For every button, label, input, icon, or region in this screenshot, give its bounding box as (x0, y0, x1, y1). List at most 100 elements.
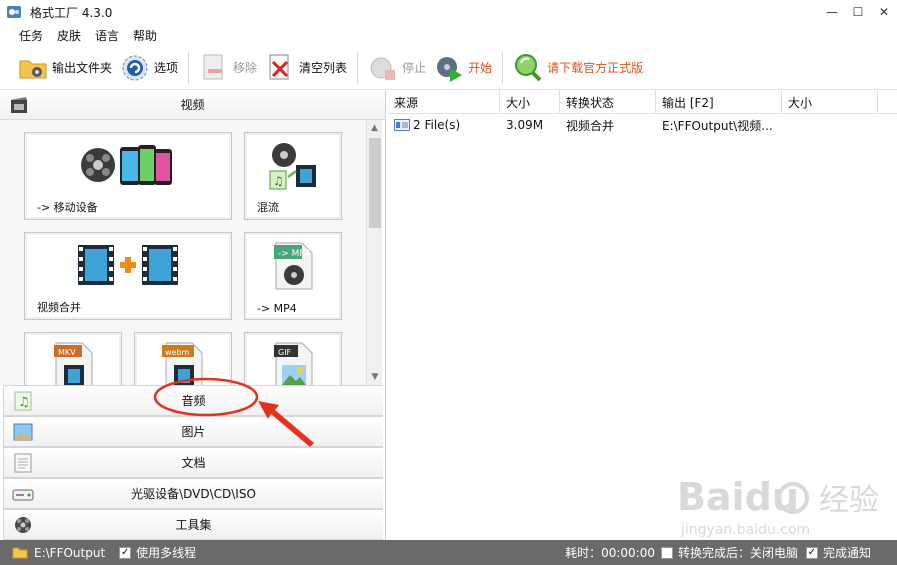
tile-mux[interactable]: ♫ 混流 (244, 132, 342, 220)
minimize-button[interactable]: — (819, 0, 845, 24)
folder-icon (18, 53, 48, 83)
toolbar-divider (502, 51, 504, 84)
audio-category-header[interactable]: ♫ 音频 (3, 385, 383, 416)
tile-webm[interactable]: webm (134, 332, 232, 385)
after-complete-checkbox[interactable] (660, 546, 673, 559)
baidu-jingyan-watermark: Baidu 经验 jingyan.baidu.com (677, 475, 879, 538)
gif-tag: GIF (278, 348, 292, 357)
tile-video-merge[interactable]: 视频合并 (24, 232, 232, 320)
stop-label: 停止 (402, 61, 427, 75)
document-category-header[interactable]: 文档 (3, 447, 383, 478)
clear-list-button[interactable]: 清空列表 (261, 48, 351, 88)
image-category-header[interactable]: 图片 (3, 416, 383, 447)
picture-icon (12, 421, 34, 443)
remove-icon (199, 53, 229, 83)
clear-list-label: 清空列表 (299, 61, 348, 75)
start-icon (434, 53, 464, 83)
optical-drive-icon (12, 483, 34, 505)
task-list-header: 来源 大小 转换状态 输出 [F2] 大小 (388, 90, 897, 114)
status-bar: E:\FFOutput ✓ 使用多线程 耗时：00:00:00 转换完成后：关闭… (0, 540, 897, 565)
tiles-scrollbar[interactable]: ▲ ▼ (366, 120, 382, 385)
gif-file-icon: GIF (245, 341, 341, 385)
menu-skin[interactable]: 皮肤 (50, 27, 88, 44)
scroll-up-icon[interactable]: ▲ (367, 120, 382, 136)
video-tiles-area: -> 移动设备 ♫ 混流 视频合并 -> MP4 -> MP4 MKV webm… (0, 120, 368, 385)
tools-reel-icon (12, 514, 34, 536)
menu-language[interactable]: 语言 (88, 27, 126, 44)
document-icon (12, 452, 34, 474)
output-folder-small-icon[interactable] (12, 546, 28, 559)
mp4-tag: -> MP4 (278, 249, 311, 259)
tile-mp4-label: -> MP4 (257, 302, 297, 315)
close-button[interactable]: ✕ (871, 0, 897, 24)
tools-category-label: 工具集 (175, 518, 212, 532)
magnifier-icon (513, 53, 543, 83)
scroll-thumb[interactable] (369, 138, 381, 228)
mux-icon: ♫ (245, 141, 341, 193)
start-button[interactable]: 开始 (430, 48, 496, 88)
title-bar: 格式工厂 4.3.0 — ☐ ✕ (0, 0, 897, 24)
tile-gif[interactable]: GIF (244, 332, 342, 385)
video-category-header[interactable]: 视频 (0, 90, 385, 120)
output-cell: E:\FFOutput\视频... (662, 118, 773, 133)
col-status[interactable]: 转换状态 (560, 90, 656, 114)
options-label: 选项 (154, 61, 179, 75)
output-path-text[interactable]: E:\FFOutput (34, 546, 105, 560)
menu-task[interactable]: 任务 (12, 27, 50, 44)
tile-mp4[interactable]: -> MP4 -> MP4 (244, 232, 342, 320)
download-official-button[interactable]: 请下载官方正式版 (509, 48, 647, 88)
elapsed-text: 耗时：00:00:00 (565, 546, 655, 560)
disc-category-label: 光驱设备\DVD\CD\ISO (131, 487, 256, 501)
mobile-devices-icon (25, 141, 231, 191)
multithread-label: 使用多线程 (136, 546, 197, 560)
scroll-down-icon[interactable]: ▼ (367, 369, 383, 385)
col-output-size[interactable]: 大小 (782, 90, 878, 114)
after-complete-label: 转换完成后：关闭电脑 (677, 546, 798, 560)
options-gear-icon (120, 53, 150, 83)
col-output[interactable]: 输出 [F2] (656, 90, 782, 114)
film-clapper-icon (8, 94, 30, 116)
svg-text:♫: ♫ (18, 395, 30, 410)
toolbar-divider (357, 51, 359, 84)
output-folder-label: 输出文件夹 (52, 61, 113, 75)
tile-mkv[interactable]: MKV (24, 332, 122, 385)
remove-button[interactable]: 移除 (195, 48, 261, 88)
svg-text:♫: ♫ (273, 174, 284, 188)
webm-file-icon: webm (135, 341, 231, 385)
tile-video-merge-label: 视频合并 (37, 301, 81, 314)
download-official-label: 请下载官方正式版 (547, 61, 644, 75)
options-button[interactable]: 选项 (116, 48, 182, 88)
tools-category-header[interactable]: 工具集 (3, 509, 383, 540)
watermark-url: jingyan.baidu.com (680, 522, 810, 538)
status-cell: 视频合并 (566, 118, 615, 133)
size-cell: 3.09M (506, 118, 544, 132)
document-category-label: 文档 (181, 456, 206, 470)
disc-category-header[interactable]: 光驱设备\DVD\CD\ISO (3, 478, 383, 509)
menu-bar: 任务 皮肤 语言 帮助 (0, 24, 897, 46)
watermark-cn: 经验 (819, 483, 879, 518)
audio-category-label: 音频 (181, 394, 206, 408)
toolbar-divider (188, 51, 190, 84)
multithread-checkbox[interactable]: ✓ (119, 546, 132, 559)
webm-tag: webm (165, 348, 190, 357)
maximize-button[interactable]: ☐ (845, 0, 871, 24)
video-category-label: 视频 (180, 98, 205, 112)
table-row[interactable]: 2 File(s) 3.09M 视频合并 E:\FFOutput\视频... (388, 114, 897, 136)
image-category-label: 图片 (181, 425, 206, 439)
tile-mobile-device[interactable]: -> 移动设备 (24, 132, 232, 220)
remove-label: 移除 (233, 61, 258, 75)
tile-mobile-device-label: -> 移动设备 (37, 201, 98, 214)
notify-checkbox[interactable]: ✓ (805, 546, 818, 559)
mkv-file-icon: MKV (25, 341, 121, 385)
col-source[interactable]: 来源 (388, 90, 500, 114)
toolbar: 输出文件夹 选项 移除 清空列表 停止 开始 请下载官方正式版 (0, 46, 897, 90)
menu-help[interactable]: 帮助 (126, 27, 164, 44)
video-merge-icon (25, 241, 231, 289)
col-size[interactable]: 大小 (500, 90, 560, 114)
app-icon (7, 6, 21, 18)
stop-button[interactable]: 停止 (364, 48, 430, 88)
output-folder-button[interactable]: 输出文件夹 (14, 48, 116, 88)
music-note-icon: ♫ (12, 390, 34, 412)
mp4-file-icon: -> MP4 (245, 241, 341, 291)
mkv-tag: MKV (58, 348, 76, 357)
